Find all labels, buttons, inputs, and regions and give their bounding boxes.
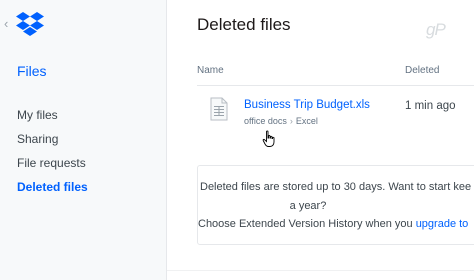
file-path-folder[interactable]: office docs xyxy=(244,116,287,126)
sidebar-nav: My files Sharing File requests Deleted f… xyxy=(17,108,88,204)
watermark-logo: gP xyxy=(426,20,446,39)
deleted-time: 1 min ago xyxy=(405,100,456,112)
info-notice: Deleted files are stored up to 30 days. … xyxy=(197,165,474,245)
column-header-deleted[interactable]: Deleted xyxy=(405,65,439,76)
bottom-divider xyxy=(167,270,474,271)
sidebar-item-deleted-files[interactable]: Deleted files xyxy=(17,180,88,204)
page-title: Deleted files xyxy=(197,15,291,34)
table-row[interactable]: Business Trip Budget.xls office docs › Exc… xyxy=(197,86,474,138)
sidebar-title[interactable]: Files xyxy=(17,63,47,79)
file-path: office docs › Excel xyxy=(244,116,318,126)
dropbox-logo-icon[interactable] xyxy=(13,10,47,38)
upgrade-link[interactable]: upgrade to xyxy=(416,218,469,230)
sidebar-item-my-files[interactable]: My files xyxy=(17,108,88,132)
file-path-subfolder[interactable]: Excel xyxy=(296,116,318,126)
sidebar: ‹ Files My files Sharing File requests D… xyxy=(0,0,166,280)
chevron-left-icon[interactable]: ‹ xyxy=(4,16,8,31)
notice-line-1: Deleted files are stored up to 30 days. … xyxy=(200,181,472,193)
sidebar-item-sharing[interactable]: Sharing xyxy=(17,132,88,156)
sidebar-divider xyxy=(166,0,167,280)
chevron-right-icon: › xyxy=(289,116,293,126)
notice-line-3-text: Choose Extended Version History when you xyxy=(198,218,416,230)
column-header-name[interactable]: Name xyxy=(197,65,224,76)
hand-pointer-icon xyxy=(262,130,275,147)
notice-line-3: Choose Extended Version History when you… xyxy=(198,218,468,230)
notice-line-2: a year? xyxy=(289,200,327,212)
file-name-link[interactable]: Business Trip Budget.xls xyxy=(244,99,370,111)
spreadsheet-file-icon xyxy=(210,97,228,121)
sidebar-item-file-requests[interactable]: File requests xyxy=(17,156,88,180)
